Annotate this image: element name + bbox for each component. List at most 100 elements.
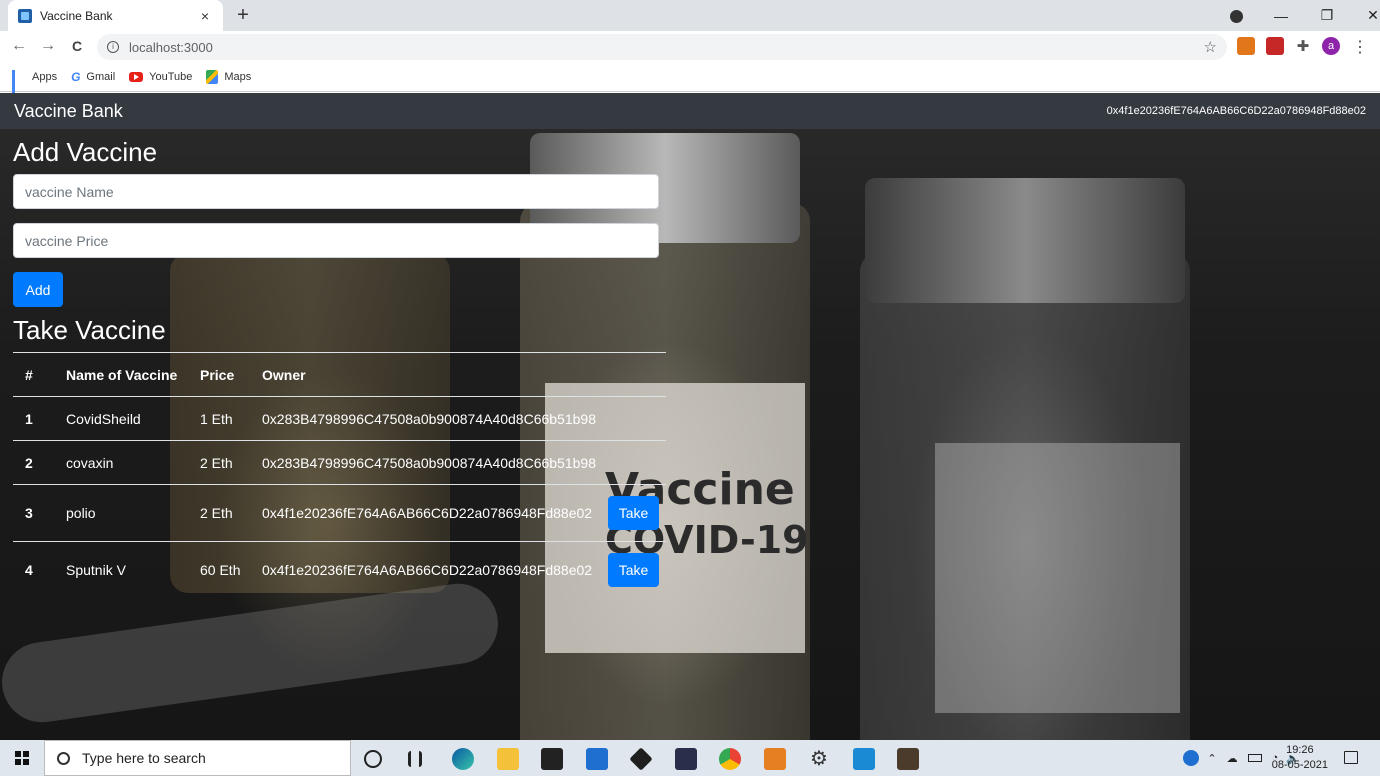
maps-icon	[206, 69, 219, 84]
col-header-owner: Owner	[250, 352, 596, 397]
bookmarks-bar: Apps G Gmail YouTube Maps	[0, 62, 1380, 97]
dropbox-icon[interactable]	[629, 747, 653, 771]
chrome-icon[interactable]	[719, 748, 741, 770]
windows-start-icon[interactable]	[15, 751, 29, 765]
tab-close-icon[interactable]: ×	[197, 8, 213, 24]
vaccine-name-input[interactable]	[13, 174, 659, 209]
settings-gear-icon[interactable]: ⚙	[808, 748, 830, 770]
bookmark-label: YouTube	[149, 70, 193, 83]
row-action	[596, 440, 666, 485]
profile-avatar[interactable]: a	[1322, 37, 1340, 55]
vial-label-blurred	[935, 443, 1180, 713]
table-row: 1 CovidSheild 1 Eth 0x283B4798996C47508a…	[13, 396, 666, 441]
main-content: Add Vaccine Add Take Vaccine # Name of V…	[13, 129, 673, 599]
taskbar-clock[interactable]: 19:26 08-05-2021	[1272, 743, 1328, 773]
new-tab-button[interactable]: +	[233, 4, 253, 27]
address-bar[interactable]: i localhost:3000 ☆	[97, 34, 1227, 60]
bookmark-apps[interactable]: Apps	[12, 69, 58, 97]
vaccine-price-input[interactable]	[13, 223, 659, 258]
take-button[interactable]: Take	[608, 496, 659, 530]
bookmark-label: Maps	[224, 70, 252, 83]
row-name: Sputnik V	[54, 541, 188, 599]
row-action	[596, 396, 666, 441]
extension-icon[interactable]	[1266, 37, 1284, 55]
bookmark-label: Apps	[32, 70, 58, 83]
row-price: 2 Eth	[188, 440, 250, 485]
table-row: 4 Sputnik V 60 Eth 0x4f1e20236fE764A6AB6…	[13, 541, 666, 599]
bookmark-youtube[interactable]: YouTube	[129, 71, 192, 83]
page-viewport: Vaccine COVID-19 Vaccine Bank 0x4f1e2023…	[0, 93, 1380, 740]
edge-icon[interactable]	[452, 748, 474, 770]
store-icon[interactable]	[541, 748, 563, 770]
ganache-icon[interactable]	[897, 748, 919, 770]
info-icon[interactable]: i	[107, 41, 119, 53]
row-owner: 0x4f1e20236fE764A6AB66C6D22a0786948Fd88e…	[250, 484, 596, 542]
profile-dropdown-icon[interactable]	[1214, 8, 1258, 24]
col-header-number: #	[13, 352, 54, 397]
row-number: 2	[13, 440, 54, 485]
sublime-text-icon[interactable]	[764, 748, 786, 770]
table-header-row: # Name of Vaccine Price Owner	[13, 352, 666, 397]
row-number: 3	[13, 484, 54, 542]
vaccine-table: # Name of Vaccine Price Owner 1 CovidShe…	[13, 352, 666, 599]
row-number: 4	[13, 541, 54, 599]
account-address: 0x4f1e20236fE764A6AB66C6D22a0786948Fd88e…	[1106, 105, 1366, 117]
minimize-button[interactable]: —	[1258, 8, 1304, 24]
syringe-blurred	[0, 578, 504, 728]
vscode-icon[interactable]	[853, 748, 875, 770]
app-navbar: Vaccine Bank 0x4f1e20236fE764A6AB66C6D22…	[0, 93, 1380, 129]
row-owner: 0x283B4798996C47508a0b900874A40d8C66b51b…	[250, 440, 596, 485]
add-button[interactable]: Add	[13, 272, 63, 307]
row-action: Take	[596, 541, 666, 599]
google-icon: G	[71, 69, 81, 84]
back-button[interactable]: ←	[9, 37, 29, 55]
app-brand[interactable]: Vaccine Bank	[14, 101, 123, 122]
mail-icon[interactable]	[586, 748, 608, 770]
cortana-icon[interactable]	[364, 750, 382, 768]
forward-button[interactable]: →	[38, 37, 58, 55]
window-controls: — ❐ ✕	[1214, 0, 1380, 31]
onedrive-icon[interactable]: ☁	[1227, 752, 1238, 765]
close-window-button[interactable]: ✕	[1350, 7, 1380, 24]
notification-icon[interactable]	[1344, 751, 1358, 764]
battery-icon[interactable]	[1247, 754, 1262, 762]
file-explorer-icon[interactable]	[497, 748, 519, 770]
toolbar: ← → C i localhost:3000 ☆ ✚ a ⋮	[0, 31, 1380, 62]
restore-button[interactable]: ❐	[1304, 7, 1350, 24]
clock-time: 19:26	[1286, 744, 1314, 756]
row-name: covaxin	[54, 440, 188, 485]
row-price: 2 Eth	[188, 484, 250, 542]
search-icon	[57, 751, 70, 765]
search-placeholder: Type here to search	[82, 750, 206, 766]
task-view-icon[interactable]	[408, 751, 422, 767]
row-price: 1 Eth	[188, 396, 250, 441]
apps-grid-icon	[12, 69, 26, 97]
bookmark-label: Gmail	[86, 70, 116, 83]
help-icon[interactable]	[1183, 750, 1200, 766]
browser-menu-icon[interactable]: ⋮	[1350, 37, 1370, 57]
row-price: 60 Eth	[188, 541, 250, 599]
row-action: Take	[596, 484, 666, 542]
clock-date: 08-05-2021	[1271, 759, 1328, 771]
row-owner: 0x4f1e20236fE764A6AB66C6D22a0786948Fd88e…	[250, 541, 596, 599]
tab-strip: Vaccine Bank × + — ❐ ✕	[0, 0, 1380, 31]
windows-taskbar: Type here to search ⚙ ⌃ ☁ ◔ 🔈 19:26 08-0…	[0, 740, 1380, 776]
bookmark-maps[interactable]: Maps	[206, 69, 252, 84]
youtube-icon	[129, 71, 144, 82]
bookmark-star-icon[interactable]: ☆	[1204, 38, 1217, 56]
chevron-up-icon[interactable]: ⌃	[1207, 752, 1216, 765]
tab-title: Vaccine Bank	[40, 8, 113, 23]
app-icon[interactable]	[675, 748, 697, 770]
col-header-price: Price	[188, 352, 250, 397]
vscode-favicon-icon	[18, 8, 32, 23]
add-vaccine-title: Add Vaccine	[13, 137, 158, 167]
browser-tab[interactable]: Vaccine Bank ×	[8, 0, 223, 31]
take-button[interactable]: Take	[608, 553, 659, 588]
metamask-extension-icon[interactable]	[1237, 37, 1255, 55]
taskbar-search[interactable]: Type here to search	[44, 740, 351, 776]
puzzle-extensions-icon[interactable]: ✚	[1294, 37, 1312, 55]
reload-button[interactable]: C	[67, 38, 87, 54]
bookmark-gmail[interactable]: G Gmail	[71, 70, 115, 84]
row-name: polio	[54, 484, 188, 542]
row-number: 1	[13, 396, 54, 441]
